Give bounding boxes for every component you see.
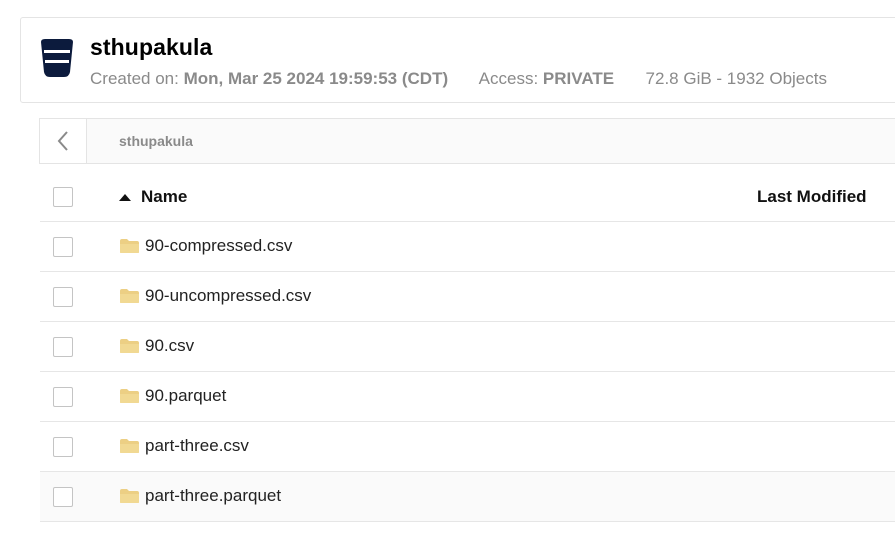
usage-summary: 72.8 GiB - 1932 Objects (645, 69, 827, 88)
folder-icon (120, 389, 139, 403)
row-checkbox[interactable] (53, 287, 73, 307)
table-row[interactable]: 90-uncompressed.csv (40, 272, 895, 322)
folder-icon (120, 439, 139, 453)
row-checkbox[interactable] (53, 487, 73, 507)
object-table: Name Last Modified 90-compressed.csv 90-u… (40, 170, 895, 522)
folder-link[interactable]: 90-uncompressed.csv (119, 286, 311, 306)
row-name: 90-uncompressed.csv (145, 286, 312, 305)
bucket-meta: Created on: Mon, Mar 25 2024 19:59:53 (C… (90, 69, 827, 89)
table-row[interactable]: 90.parquet (40, 372, 895, 422)
folder-link[interactable]: part-three.parquet (119, 486, 281, 506)
row-name: 90-compressed.csv (145, 236, 293, 255)
folder-link[interactable]: 90.parquet (119, 386, 226, 406)
row-checkbox[interactable] (53, 437, 73, 457)
page-title: sthupakula (90, 34, 213, 60)
row-checkbox[interactable] (53, 387, 73, 407)
select-all-checkbox[interactable] (53, 187, 73, 207)
column-header-name[interactable]: Name (119, 187, 187, 207)
folder-link[interactable]: 90-compressed.csv (119, 236, 292, 256)
created-value: Mon, Mar 25 2024 19:59:53 (CDT) (183, 69, 449, 88)
folder-icon (120, 289, 139, 303)
access-label: Access: (478, 69, 539, 88)
row-name: 90.parquet (145, 386, 227, 405)
folder-icon (120, 489, 139, 503)
access-value: PRIVATE (542, 69, 615, 88)
table-row[interactable]: 90.csv (40, 322, 895, 372)
bucket-header: sthupakula Created on: Mon, Mar 25 2024 … (20, 17, 895, 103)
table-row[interactable]: part-three.parquet (40, 472, 895, 522)
path-bar: sthupakula (39, 118, 895, 164)
row-checkbox[interactable] (53, 237, 73, 257)
back-button[interactable] (40, 119, 87, 163)
folder-icon (120, 339, 139, 353)
bucket-icon (41, 39, 73, 77)
table-row[interactable]: part-three.csv (40, 422, 895, 472)
chevron-left-icon (57, 131, 68, 151)
row-name: part-three.csv (145, 436, 249, 455)
table-row[interactable]: 90-compressed.csv (40, 222, 895, 272)
row-name: part-three.parquet (145, 486, 282, 505)
breadcrumb[interactable]: sthupakula (119, 133, 193, 149)
folder-link[interactable]: part-three.csv (119, 436, 249, 456)
column-header-last-modified[interactable]: Last Modified (757, 187, 867, 207)
folder-link[interactable]: 90.csv (119, 336, 194, 356)
created-label: Created on: (90, 69, 179, 88)
row-checkbox[interactable] (53, 337, 73, 357)
table-header: Name Last Modified (40, 170, 895, 222)
folder-icon (120, 239, 139, 253)
row-name: 90.csv (145, 336, 195, 355)
sort-ascending-icon (119, 193, 131, 201)
